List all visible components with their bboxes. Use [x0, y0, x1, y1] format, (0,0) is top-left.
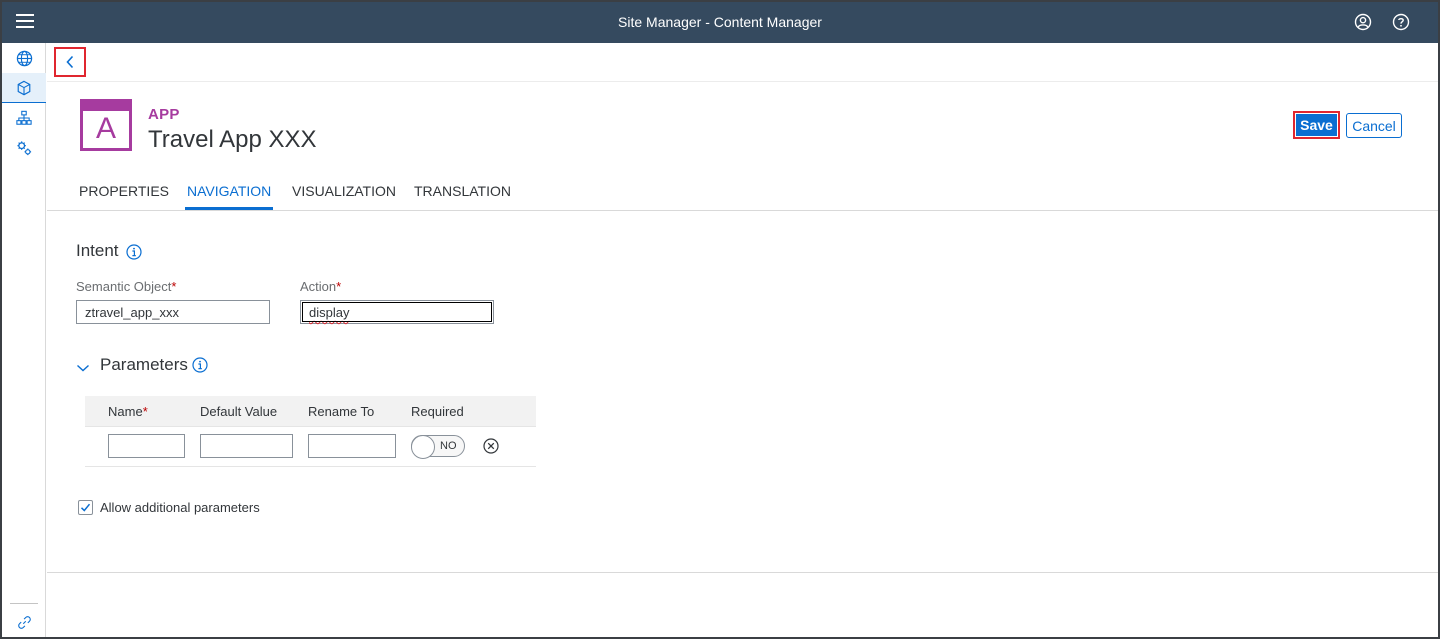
chevron-left-icon: [66, 55, 74, 69]
nav-item-sites[interactable]: [2, 43, 46, 73]
semantic-object-input[interactable]: ztravel_app_xxx: [76, 300, 270, 324]
page-title: Travel App XXX: [148, 126, 317, 153]
checkmark-icon: [80, 503, 91, 512]
nav-item-content-manager[interactable]: [2, 73, 46, 103]
app-type-label: APP: [148, 106, 180, 123]
content-bottom-separator: [47, 572, 1438, 573]
main-content: A APP Travel App XXX Save Cancel PROPERT…: [47, 43, 1438, 637]
user-account-icon[interactable]: [1354, 13, 1372, 31]
param-name-input[interactable]: [108, 434, 185, 458]
tab-visualization[interactable]: VISUALIZATION: [292, 183, 396, 211]
save-button[interactable]: Save: [1293, 111, 1340, 139]
app-icon-letter: A: [95, 112, 116, 145]
tab-navigation[interactable]: NAVIGATION: [185, 183, 274, 211]
cancel-button[interactable]: Cancel: [1346, 113, 1402, 138]
nav-footer-separator: [10, 603, 38, 604]
chevron-down-icon[interactable]: [76, 360, 90, 372]
action-input[interactable]: display: [300, 300, 494, 324]
content-cube-icon: [17, 80, 31, 95]
hierarchy-icon: [16, 110, 32, 125]
info-icon[interactable]: [192, 357, 208, 373]
param-rename-to-input[interactable]: [308, 434, 396, 458]
column-header-required: Required: [411, 404, 464, 419]
tabs-separator: [47, 210, 1438, 211]
link-icon: [17, 615, 31, 629]
action-label: Action*: [300, 279, 342, 294]
tab-properties[interactable]: PROPERTIES: [79, 183, 169, 211]
shell-bar: Site Manager - Content Manager: [2, 2, 1438, 43]
switch-state-label: NO: [440, 440, 457, 452]
info-icon[interactable]: [126, 244, 142, 260]
help-icon[interactable]: [1392, 13, 1410, 31]
header-separator: [47, 81, 1438, 82]
app-tile-icon: A: [80, 99, 132, 151]
table-row: NO: [85, 428, 536, 467]
semantic-object-label: Semantic Object*: [76, 279, 177, 294]
switch-knob: [411, 435, 435, 459]
parameters-section-title: Parameters: [100, 355, 188, 374]
column-header-default-value: Default Value: [200, 404, 278, 419]
param-required-switch[interactable]: NO: [411, 435, 465, 459]
action-input-value: display: [309, 305, 350, 320]
nav-item-hierarchy[interactable]: [2, 103, 46, 133]
remove-row-icon[interactable]: [483, 438, 499, 454]
nav-item-link[interactable]: [2, 607, 46, 637]
back-button[interactable]: [54, 47, 86, 77]
nav-item-settings[interactable]: [2, 133, 46, 163]
allow-additional-parameters-label: Allow additional parameters: [100, 500, 260, 515]
column-header-rename-to: Rename To: [308, 404, 375, 419]
side-navigation: [2, 43, 46, 637]
shell-title: Site Manager - Content Manager: [618, 14, 822, 30]
intent-section-title: Intent: [76, 241, 119, 260]
param-default-value-input[interactable]: [200, 434, 293, 458]
tab-translation[interactable]: TRANSLATION: [414, 183, 511, 211]
allow-additional-parameters-checkbox[interactable]: [78, 500, 93, 515]
table-header: Name* Default Value Rename To Required: [85, 396, 536, 427]
settings-gears-icon: [16, 140, 31, 155]
globe-icon: [16, 50, 32, 66]
column-header-name: Name*: [108, 404, 148, 419]
